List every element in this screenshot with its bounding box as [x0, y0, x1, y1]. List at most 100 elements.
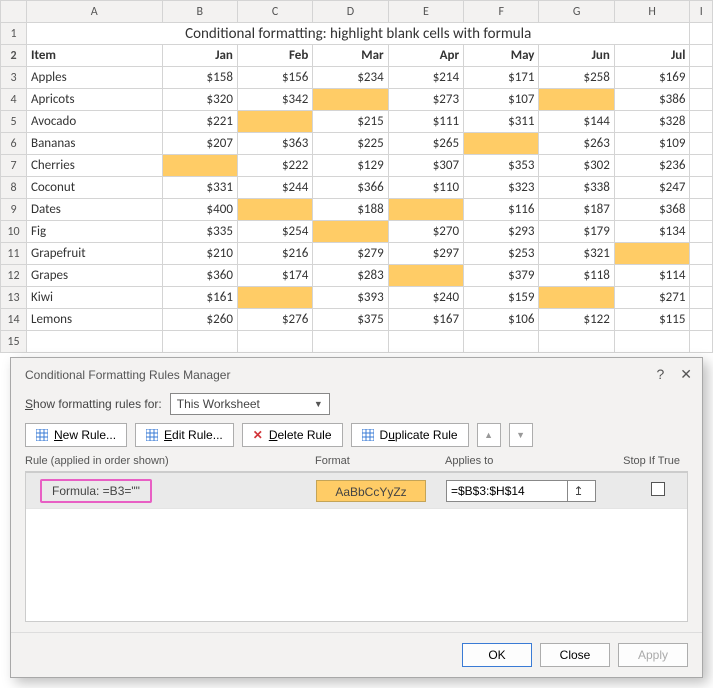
data-cell[interactable]: $253	[464, 243, 539, 265]
new-rule-button[interactable]: New Rule...	[25, 423, 127, 447]
data-cell[interactable]: $386	[614, 89, 690, 111]
data-cell[interactable]	[388, 199, 463, 221]
header-month[interactable]: Jun	[539, 45, 614, 67]
data-cell[interactable]: $225	[313, 133, 388, 155]
data-cell[interactable]: $144	[539, 111, 614, 133]
data-cell[interactable]: $353	[464, 155, 539, 177]
header-month[interactable]: Mar	[313, 45, 388, 67]
cell[interactable]	[614, 331, 690, 353]
row-header[interactable]: 6	[1, 133, 27, 155]
row-header[interactable]: 8	[1, 177, 27, 199]
data-cell[interactable]: $331	[162, 177, 237, 199]
data-cell[interactable]: $338	[539, 177, 614, 199]
data-cell[interactable]: $366	[313, 177, 388, 199]
row-header[interactable]: 9	[1, 199, 27, 221]
cell[interactable]	[464, 331, 539, 353]
data-cell[interactable]: $260	[162, 309, 237, 331]
data-cell[interactable]: $302	[539, 155, 614, 177]
cell[interactable]	[539, 331, 614, 353]
delete-rule-button[interactable]: ✕ Delete Rule	[242, 423, 343, 447]
cell[interactable]	[690, 221, 713, 243]
data-cell[interactable]	[614, 243, 690, 265]
col-header[interactable]: G	[539, 1, 614, 23]
cell[interactable]	[690, 155, 713, 177]
cell[interactable]	[690, 309, 713, 331]
row-header[interactable]: 12	[1, 265, 27, 287]
cell[interactable]	[237, 331, 312, 353]
cell[interactable]	[690, 23, 713, 45]
data-cell[interactable]	[237, 287, 312, 309]
apply-button[interactable]: Apply	[618, 643, 688, 667]
data-cell[interactable]: $115	[614, 309, 690, 331]
data-cell[interactable]	[313, 221, 388, 243]
data-cell[interactable]: $118	[539, 265, 614, 287]
header-month[interactable]: Jul	[614, 45, 690, 67]
cell[interactable]	[690, 67, 713, 89]
data-cell[interactable]: $400	[162, 199, 237, 221]
data-cell[interactable]: $214	[388, 67, 463, 89]
duplicate-rule-button[interactable]: Duplicate Rule	[351, 423, 469, 447]
data-cell[interactable]: $236	[614, 155, 690, 177]
item-cell[interactable]: Avocado	[27, 111, 163, 133]
data-cell[interactable]: $342	[237, 89, 312, 111]
data-cell[interactable]: $311	[464, 111, 539, 133]
data-cell[interactable]: $393	[313, 287, 388, 309]
data-cell[interactable]: $159	[464, 287, 539, 309]
col-header[interactable]: B	[162, 1, 237, 23]
col-header[interactable]: C	[237, 1, 312, 23]
data-cell[interactable]	[237, 111, 312, 133]
item-cell[interactable]: Cherries	[27, 155, 163, 177]
move-up-button[interactable]: ▲	[477, 423, 501, 447]
data-cell[interactable]: $307	[388, 155, 463, 177]
data-cell[interactable]: $335	[162, 221, 237, 243]
row-header[interactable]: 2	[1, 45, 27, 67]
worksheet-grid[interactable]: A B C D E F G H I 1 Conditional formatti…	[0, 0, 713, 353]
data-cell[interactable]: $116	[464, 199, 539, 221]
data-cell[interactable]: $134	[614, 221, 690, 243]
data-cell[interactable]: $109	[614, 133, 690, 155]
data-cell[interactable]: $179	[539, 221, 614, 243]
data-cell[interactable]	[539, 287, 614, 309]
row-header[interactable]: 14	[1, 309, 27, 331]
data-cell[interactable]: $297	[388, 243, 463, 265]
data-cell[interactable]: $169	[614, 67, 690, 89]
rule-row[interactable]: Formula: =B3="" AaBbCcYyZz ↥	[26, 473, 687, 509]
col-header[interactable]: H	[614, 1, 690, 23]
cell[interactable]	[313, 331, 388, 353]
item-cell[interactable]: Lemons	[27, 309, 163, 331]
data-cell[interactable]: $207	[162, 133, 237, 155]
scope-combo[interactable]: This Worksheet ▼	[170, 393, 330, 415]
row-header[interactable]: 7	[1, 155, 27, 177]
data-cell[interactable]: $273	[388, 89, 463, 111]
cell[interactable]	[27, 331, 163, 353]
close-button[interactable]: Close	[540, 643, 610, 667]
header-month[interactable]: Jan	[162, 45, 237, 67]
data-cell[interactable]: $187	[539, 199, 614, 221]
data-cell[interactable]: $247	[614, 177, 690, 199]
cell[interactable]	[690, 177, 713, 199]
data-cell[interactable]: $221	[162, 111, 237, 133]
data-cell[interactable]: $167	[388, 309, 463, 331]
data-cell[interactable]: $375	[313, 309, 388, 331]
row-header[interactable]: 1	[1, 23, 27, 45]
item-cell[interactable]: Coconut	[27, 177, 163, 199]
col-header[interactable]: I	[690, 1, 713, 23]
header-month[interactable]: Apr	[388, 45, 463, 67]
data-cell[interactable]	[464, 133, 539, 155]
data-cell[interactable]: $114	[614, 265, 690, 287]
data-cell[interactable]: $122	[539, 309, 614, 331]
item-cell[interactable]: Bananas	[27, 133, 163, 155]
data-cell[interactable]: $158	[162, 67, 237, 89]
data-cell[interactable]	[313, 89, 388, 111]
cell[interactable]	[162, 331, 237, 353]
data-cell[interactable]: $283	[313, 265, 388, 287]
close-icon[interactable]: ✕	[680, 366, 692, 383]
cell[interactable]	[690, 89, 713, 111]
row-header[interactable]: 13	[1, 287, 27, 309]
cell[interactable]	[690, 111, 713, 133]
data-cell[interactable]: $368	[614, 199, 690, 221]
data-cell[interactable]: $234	[313, 67, 388, 89]
col-header[interactable]: A	[27, 1, 163, 23]
applies-to-input[interactable]	[447, 484, 567, 498]
data-cell[interactable]: $320	[162, 89, 237, 111]
